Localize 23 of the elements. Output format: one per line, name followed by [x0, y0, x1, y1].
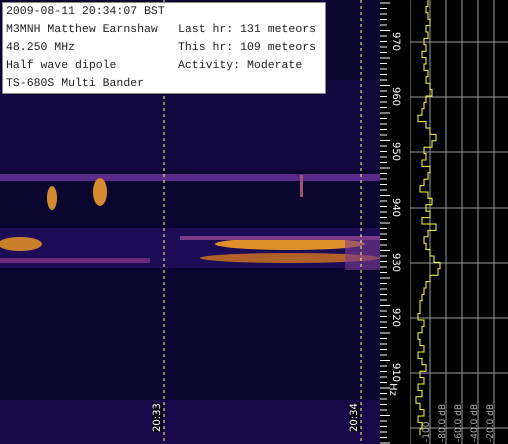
level-label: -40.0 dB: [470, 404, 480, 442]
frequency-label: 960: [390, 86, 402, 106]
frequency: 48.250 MHz: [6, 40, 76, 56]
last-hour-count: Last hr: 131 meteors: [178, 22, 318, 38]
unit-label: Hz: [386, 383, 398, 396]
antenna: Half wave dipole: [6, 58, 118, 74]
time-label: 20:34: [349, 403, 360, 432]
timestamp: 2009-08-11 20:34:07 BST: [6, 4, 166, 20]
station-name: M3MNH Matthew Earnshaw: [6, 22, 159, 38]
frequency-label: 970: [390, 32, 402, 52]
activity-level: Activity: Moderate: [178, 58, 304, 74]
frequency-label: 930: [390, 252, 402, 272]
this-hour-count: This hr: 109 meteors: [178, 40, 318, 56]
level-label: -20.0 dB: [486, 404, 496, 442]
frequency-label: 920: [390, 308, 402, 328]
level-label: -80.0 dB: [438, 404, 448, 442]
frequency-label: 910: [390, 362, 402, 382]
time-label: 20:33: [152, 403, 163, 432]
frequency-label: 940: [390, 198, 402, 218]
receiver: TS-680S Multi Bander: [6, 76, 146, 92]
level-label: -60.0 dB: [454, 404, 464, 442]
frequency-label: 950: [390, 142, 402, 162]
level-label: -100: [422, 422, 432, 442]
